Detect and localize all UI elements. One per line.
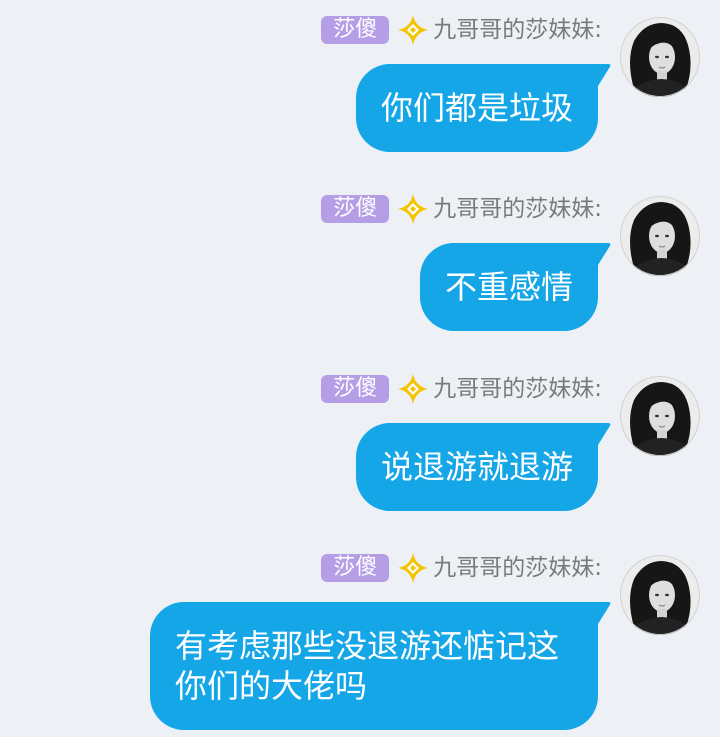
message-text: 有考虑那些没退游还惦记这你们的大佬吗 — [175, 627, 560, 705]
chat-message: 莎傻 九哥哥的莎妹妹: 你们都是垃圾 — [0, 0, 720, 179]
chat-message: 莎傻 九哥哥的莎妹妹: 说退游就退游 — [0, 359, 720, 538]
avatar[interactable] — [620, 376, 700, 456]
message-header: 莎傻 九哥哥的莎妹妹: — [321, 16, 602, 44]
message-bubble[interactable]: 说退游就退游 — [355, 423, 598, 511]
sender-name: 九哥哥的莎妹妹: — [433, 17, 602, 43]
avatar-image — [620, 555, 700, 635]
message-bubble[interactable]: 有考虑那些没退游还惦记这你们的大佬吗 — [150, 602, 598, 730]
chat-message: 莎傻 九哥哥的莎妹妹: 有考虑那些没退游还惦记这你们的大佬吗 — [0, 538, 720, 730]
message-bubble[interactable]: 你们都是垃圾 — [355, 64, 598, 152]
sender-name: 九哥哥的莎妹妹: — [433, 196, 602, 222]
avatar-image — [620, 376, 700, 456]
message-header: 莎傻 九哥哥的莎妹妹: — [321, 195, 602, 223]
bubble-tail — [590, 64, 612, 90]
diamond-star-icon — [397, 193, 429, 225]
diamond-star-icon — [397, 552, 429, 584]
message-text: 不重感情 — [444, 268, 573, 306]
message-header: 莎傻 九哥哥的莎妹妹: — [321, 375, 602, 403]
diamond-star-icon — [397, 373, 429, 405]
member-title-badge: 莎傻 — [321, 554, 390, 582]
chat-message: 莎傻 九哥哥的莎妹妹: 不重感情 — [0, 179, 720, 358]
message-text: 说退游就退游 — [380, 448, 573, 486]
avatar[interactable] — [620, 196, 700, 276]
avatar-image — [620, 196, 700, 276]
member-title-badge: 莎傻 — [321, 16, 390, 44]
avatar[interactable] — [620, 17, 700, 97]
avatar-image — [620, 17, 700, 97]
bubble-tail — [590, 602, 612, 628]
member-title-badge: 莎傻 — [321, 375, 390, 403]
sender-name: 九哥哥的莎妹妹: — [433, 555, 602, 581]
diamond-star-icon — [397, 14, 429, 46]
message-text: 你们都是垃圾 — [380, 89, 573, 127]
member-title-badge: 莎傻 — [321, 195, 390, 223]
sender-name: 九哥哥的莎妹妹: — [433, 376, 602, 402]
message-bubble[interactable]: 不重感情 — [419, 243, 598, 331]
bubble-tail — [590, 243, 612, 269]
avatar[interactable] — [620, 555, 700, 635]
bubble-tail — [590, 423, 612, 449]
message-header: 莎傻 九哥哥的莎妹妹: — [321, 554, 602, 582]
